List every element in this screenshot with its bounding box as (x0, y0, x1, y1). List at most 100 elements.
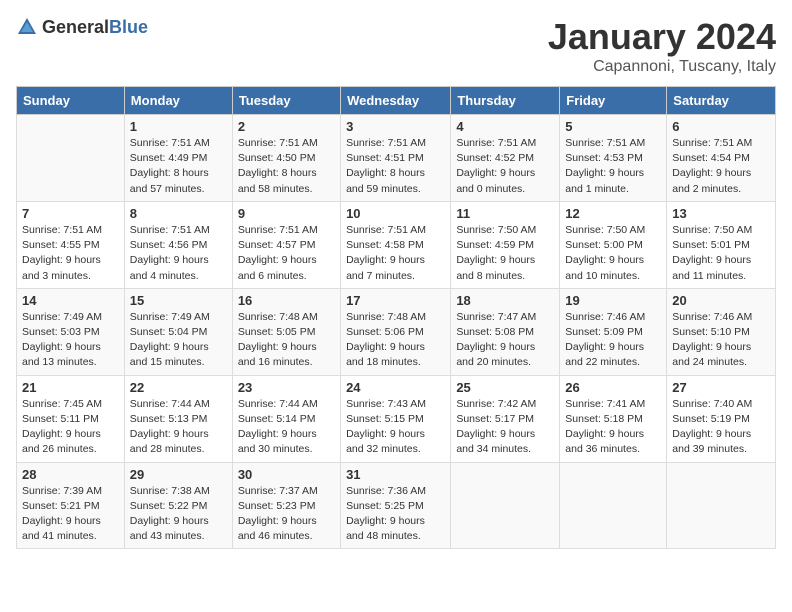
calendar-cell: 8 Sunrise: 7:51 AM Sunset: 4:56 PM Daylig… (124, 201, 232, 288)
calendar-cell: 23 Sunrise: 7:44 AM Sunset: 5:14 PM Dayli… (232, 375, 340, 462)
day-number: 15 (130, 293, 227, 308)
day-number: 9 (238, 206, 335, 221)
calendar-cell: 18 Sunrise: 7:47 AM Sunset: 5:08 PM Dayli… (451, 288, 560, 375)
calendar-cell: 29 Sunrise: 7:38 AM Sunset: 5:22 PM Dayli… (124, 462, 232, 549)
calendar-cell: 6Sunrise: 7:51 AM Sunset: 4:54 PM Daylig… (667, 115, 776, 202)
weekday-header-friday: Friday (560, 87, 667, 115)
calendar-cell (560, 462, 667, 549)
calendar-week-row: 28 Sunrise: 7:39 AM Sunset: 5:21 PM Dayli… (17, 462, 776, 549)
day-info: Sunrise: 7:51 AM Sunset: 4:57 PM Dayligh… (238, 223, 335, 284)
day-number: 11 (456, 206, 554, 221)
day-info: Sunrise: 7:51 AM Sunset: 4:56 PM Dayligh… (130, 223, 227, 284)
day-info: Sunrise: 7:50 AM Sunset: 5:01 PM Dayligh… (672, 223, 770, 284)
day-info: Sunrise: 7:42 AM Sunset: 5:17 PM Dayligh… (456, 397, 554, 458)
calendar-cell: 10Sunrise: 7:51 AM Sunset: 4:58 PM Dayli… (341, 201, 451, 288)
weekday-header-sunday: Sunday (17, 87, 125, 115)
day-number: 8 (130, 206, 227, 221)
day-info: Sunrise: 7:41 AM Sunset: 5:18 PM Dayligh… (565, 397, 661, 458)
day-number: 3 (346, 119, 445, 134)
title-area: January 2024 Capannoni, Tuscany, Italy (548, 16, 776, 76)
calendar-header-row: SundayMondayTuesdayWednesdayThursdayFrid… (17, 87, 776, 115)
day-info: Sunrise: 7:46 AM Sunset: 5:09 PM Dayligh… (565, 310, 661, 371)
calendar-cell: 5Sunrise: 7:51 AM Sunset: 4:53 PM Daylig… (560, 115, 667, 202)
calendar-cell: 28 Sunrise: 7:39 AM Sunset: 5:21 PM Dayli… (17, 462, 125, 549)
day-info: Sunrise: 7:48 AM Sunset: 5:05 PM Dayligh… (238, 310, 335, 371)
day-number: 27 (672, 380, 770, 395)
day-info: Sunrise: 7:51 AM Sunset: 4:50 PM Dayligh… (238, 136, 335, 197)
calendar-cell (17, 115, 125, 202)
calendar-week-row: 1Sunrise: 7:51 AM Sunset: 4:49 PM Daylig… (17, 115, 776, 202)
day-info: Sunrise: 7:36 AM Sunset: 5:25 PM Dayligh… (346, 484, 445, 545)
calendar-cell: 1Sunrise: 7:51 AM Sunset: 4:49 PM Daylig… (124, 115, 232, 202)
calendar-cell: 27Sunrise: 7:40 AM Sunset: 5:19 PM Dayli… (667, 375, 776, 462)
calendar-cell: 11 Sunrise: 7:50 AM Sunset: 4:59 PM Dayli… (451, 201, 560, 288)
calendar-cell: 21 Sunrise: 7:45 AM Sunset: 5:11 PM Dayli… (17, 375, 125, 462)
day-info: Sunrise: 7:38 AM Sunset: 5:22 PM Dayligh… (130, 484, 227, 545)
day-number: 6 (672, 119, 770, 134)
day-number: 18 (456, 293, 554, 308)
weekday-header-thursday: Thursday (451, 87, 560, 115)
day-info: Sunrise: 7:50 AM Sunset: 4:59 PM Dayligh… (456, 223, 554, 284)
calendar-cell: 24 Sunrise: 7:43 AM Sunset: 5:15 PM Dayli… (341, 375, 451, 462)
calendar-cell: 7 Sunrise: 7:51 AM Sunset: 4:55 PM Daylig… (17, 201, 125, 288)
logo: GeneralBlue (16, 16, 148, 38)
calendar-table: SundayMondayTuesdayWednesdayThursdayFrid… (16, 86, 776, 549)
calendar-cell: 17Sunrise: 7:48 AM Sunset: 5:06 PM Dayli… (341, 288, 451, 375)
day-info: Sunrise: 7:39 AM Sunset: 5:21 PM Dayligh… (22, 484, 119, 545)
day-number: 31 (346, 467, 445, 482)
month-title: January 2024 (548, 16, 776, 58)
calendar-cell: 15 Sunrise: 7:49 AM Sunset: 5:04 PM Dayli… (124, 288, 232, 375)
day-info: Sunrise: 7:51 AM Sunset: 4:49 PM Dayligh… (130, 136, 227, 197)
day-info: Sunrise: 7:44 AM Sunset: 5:14 PM Dayligh… (238, 397, 335, 458)
calendar-cell: 13Sunrise: 7:50 AM Sunset: 5:01 PM Dayli… (667, 201, 776, 288)
day-number: 19 (565, 293, 661, 308)
calendar-cell: 14Sunrise: 7:49 AM Sunset: 5:03 PM Dayli… (17, 288, 125, 375)
day-info: Sunrise: 7:49 AM Sunset: 5:04 PM Dayligh… (130, 310, 227, 371)
day-info: Sunrise: 7:46 AM Sunset: 5:10 PM Dayligh… (672, 310, 770, 371)
day-info: Sunrise: 7:51 AM Sunset: 4:51 PM Dayligh… (346, 136, 445, 197)
calendar-cell: 20 Sunrise: 7:46 AM Sunset: 5:10 PM Dayli… (667, 288, 776, 375)
day-number: 25 (456, 380, 554, 395)
day-number: 24 (346, 380, 445, 395)
location-subtitle: Capannoni, Tuscany, Italy (548, 58, 776, 76)
day-info: Sunrise: 7:45 AM Sunset: 5:11 PM Dayligh… (22, 397, 119, 458)
calendar-cell: 12Sunrise: 7:50 AM Sunset: 5:00 PM Dayli… (560, 201, 667, 288)
day-number: 16 (238, 293, 335, 308)
day-number: 21 (22, 380, 119, 395)
day-number: 7 (22, 206, 119, 221)
day-info: Sunrise: 7:37 AM Sunset: 5:23 PM Dayligh… (238, 484, 335, 545)
day-info: Sunrise: 7:49 AM Sunset: 5:03 PM Dayligh… (22, 310, 119, 371)
day-number: 22 (130, 380, 227, 395)
day-info: Sunrise: 7:51 AM Sunset: 4:52 PM Dayligh… (456, 136, 554, 197)
calendar-body: 1Sunrise: 7:51 AM Sunset: 4:49 PM Daylig… (17, 115, 776, 549)
day-info: Sunrise: 7:51 AM Sunset: 4:55 PM Dayligh… (22, 223, 119, 284)
calendar-cell: 16 Sunrise: 7:48 AM Sunset: 5:05 PM Dayli… (232, 288, 340, 375)
day-number: 29 (130, 467, 227, 482)
page-header: GeneralBlue January 2024 Capannoni, Tusc… (16, 16, 776, 76)
day-number: 4 (456, 119, 554, 134)
weekday-header-monday: Monday (124, 87, 232, 115)
calendar-cell: 25 Sunrise: 7:42 AM Sunset: 5:17 PM Dayli… (451, 375, 560, 462)
day-number: 30 (238, 467, 335, 482)
day-number: 20 (672, 293, 770, 308)
calendar-cell (667, 462, 776, 549)
calendar-cell: 26 Sunrise: 7:41 AM Sunset: 5:18 PM Dayli… (560, 375, 667, 462)
calendar-week-row: 7 Sunrise: 7:51 AM Sunset: 4:55 PM Daylig… (17, 201, 776, 288)
calendar-cell: 22 Sunrise: 7:44 AM Sunset: 5:13 PM Dayli… (124, 375, 232, 462)
day-number: 2 (238, 119, 335, 134)
day-info: Sunrise: 7:43 AM Sunset: 5:15 PM Dayligh… (346, 397, 445, 458)
day-info: Sunrise: 7:44 AM Sunset: 5:13 PM Dayligh… (130, 397, 227, 458)
day-info: Sunrise: 7:47 AM Sunset: 5:08 PM Dayligh… (456, 310, 554, 371)
day-number: 23 (238, 380, 335, 395)
calendar-cell: 2 Sunrise: 7:51 AM Sunset: 4:50 PM Daylig… (232, 115, 340, 202)
calendar-cell: 19 Sunrise: 7:46 AM Sunset: 5:09 PM Dayli… (560, 288, 667, 375)
calendar-cell: 31 Sunrise: 7:36 AM Sunset: 5:25 PM Dayli… (341, 462, 451, 549)
logo-general-text: General (42, 17, 109, 37)
day-number: 28 (22, 467, 119, 482)
logo-icon (16, 16, 38, 38)
weekday-header-wednesday: Wednesday (341, 87, 451, 115)
day-info: Sunrise: 7:51 AM Sunset: 4:53 PM Dayligh… (565, 136, 661, 197)
logo-blue-text: Blue (109, 17, 148, 37)
day-number: 26 (565, 380, 661, 395)
calendar-week-row: 14Sunrise: 7:49 AM Sunset: 5:03 PM Dayli… (17, 288, 776, 375)
